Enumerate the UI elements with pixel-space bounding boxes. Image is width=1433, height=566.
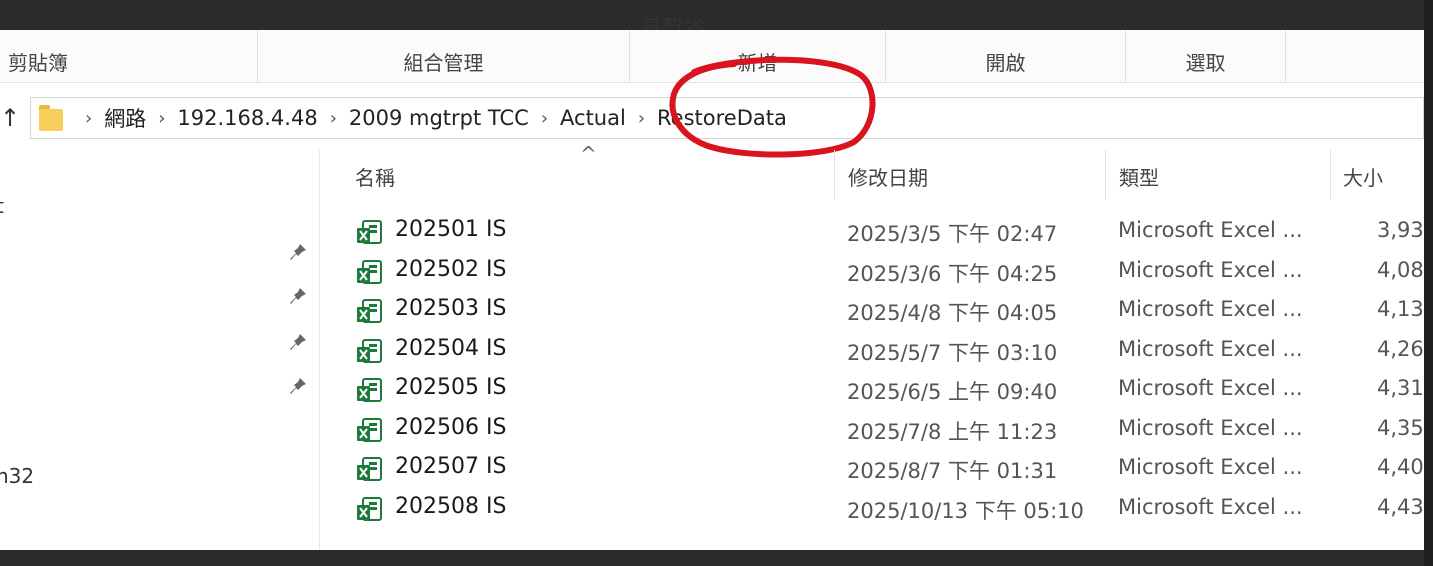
- file-name: 202505 IS: [395, 375, 507, 400]
- file-type: Microsoft Excel ...: [1118, 337, 1303, 361]
- file-date: 2025/3/5 下午 02:47: [847, 222, 1058, 246]
- chevron-right-icon[interactable]: ›: [638, 108, 645, 129]
- excel-file-icon: [357, 497, 382, 521]
- file-size: 4,13: [1377, 297, 1424, 321]
- file-name: 202507 IS: [395, 454, 507, 479]
- pin-icon[interactable]: [288, 242, 308, 262]
- ribbon-tab-label-cut: 資料夾: [640, 18, 706, 30]
- file-date: 2025/8/7 下午 01:31: [847, 459, 1058, 483]
- window-top-edge: [0, 0, 1433, 30]
- folder-icon: [39, 105, 63, 131]
- column-header-type[interactable]: 類型: [1119, 162, 1159, 191]
- file-size: 4,43: [1377, 495, 1424, 519]
- file-name: 202506 IS: [395, 415, 507, 440]
- column-divider[interactable]: [1105, 150, 1106, 200]
- file-row[interactable]: 202503 IS 2025/4/8 下午 04:05 Microsoft Exce…: [340, 291, 1424, 329]
- file-name: 202504 IS: [395, 336, 507, 361]
- excel-file-icon: [357, 299, 382, 323]
- chevron-right-icon[interactable]: ›: [85, 108, 92, 129]
- ribbon: 剪貼簿 組合管理 新增 開啟 選取: [0, 30, 1424, 83]
- file-size: 4,26: [1377, 337, 1424, 361]
- breadcrumb-actual[interactable]: Actual: [560, 106, 626, 130]
- ribbon-group-label: 剪貼簿: [8, 51, 68, 75]
- breadcrumb-restoredata[interactable]: RestoreData: [657, 106, 787, 130]
- window-right-edge: [1424, 0, 1433, 566]
- breadcrumb-host[interactable]: 192.168.4.48: [177, 106, 317, 130]
- file-size: 4,35: [1377, 416, 1424, 440]
- file-name: 202508 IS: [395, 494, 507, 519]
- column-header-date[interactable]: 修改日期: [848, 162, 928, 191]
- window-bottom-edge: [0, 550, 1433, 566]
- file-date: 2025/4/8 下午 04:05: [847, 301, 1058, 325]
- file-type: Microsoft Excel ...: [1118, 218, 1303, 242]
- breadcrumb-mgtrpt[interactable]: 2009 mgtrpt TCC: [349, 106, 529, 130]
- file-row[interactable]: 202507 IS 2025/8/7 下午 01:31 Microsoft Exce…: [340, 449, 1424, 487]
- pin-icon[interactable]: [288, 286, 308, 306]
- file-row[interactable]: 202505 IS 2025/6/5 上午 09:40 Microsoft Exce…: [340, 370, 1424, 408]
- excel-file-icon: [357, 260, 382, 284]
- file-type: Microsoft Excel ...: [1118, 258, 1303, 282]
- chevron-right-icon[interactable]: ›: [158, 108, 165, 129]
- file-size: 4,08: [1377, 258, 1424, 282]
- file-date: 2025/5/7 下午 03:10: [847, 341, 1058, 365]
- sort-ascending-icon: ^: [580, 142, 597, 166]
- file-size: 4,31: [1377, 376, 1424, 400]
- column-divider[interactable]: [1330, 150, 1331, 200]
- file-date: 2025/10/13 下午 05:10: [847, 499, 1084, 523]
- file-type: Microsoft Excel ...: [1118, 455, 1303, 479]
- chevron-right-icon[interactable]: ›: [541, 108, 548, 129]
- file-type: Microsoft Excel ...: [1118, 416, 1303, 440]
- file-row[interactable]: 202508 IS 2025/10/13 下午 05:10 Microsoft Ex…: [340, 489, 1424, 527]
- breadcrumb-network[interactable]: 網路: [104, 103, 146, 133]
- column-header-name[interactable]: 名稱: [355, 162, 395, 191]
- excel-file-icon: [357, 457, 382, 481]
- excel-file-icon: [357, 418, 382, 442]
- file-name: 202503 IS: [395, 296, 507, 321]
- file-name: 202502 IS: [395, 257, 507, 282]
- nav-item-fragment[interactable]: h32: [0, 464, 34, 488]
- column-header-size[interactable]: 大小: [1343, 162, 1383, 191]
- file-type: Microsoft Excel ...: [1118, 376, 1303, 400]
- ribbon-group-open[interactable]: 開啟: [886, 30, 1126, 82]
- excel-file-icon: [357, 220, 382, 244]
- ribbon-group-label: 新增: [737, 51, 778, 75]
- file-type: Microsoft Excel ...: [1118, 297, 1303, 321]
- file-date: 2025/3/6 下午 04:25: [847, 262, 1058, 286]
- ribbon-group-new[interactable]: 新增: [630, 30, 886, 82]
- column-divider[interactable]: [834, 150, 835, 200]
- excel-file-icon: [357, 339, 382, 363]
- file-name: 202501 IS: [395, 217, 507, 242]
- address-bar[interactable]: › 網路 › 192.168.4.48 › 2009 mgtrpt TCC › …: [30, 97, 1424, 139]
- navigation-pane: t h32: [0, 150, 320, 550]
- file-row[interactable]: 202504 IS 2025/5/7 下午 03:10 Microsoft Exce…: [340, 331, 1424, 369]
- file-row[interactable]: 202502 IS 2025/3/6 下午 04:25 Microsoft Exce…: [340, 252, 1424, 290]
- ribbon-group-label: 選取: [1185, 51, 1226, 75]
- up-arrow-icon[interactable]: ↑: [0, 104, 20, 132]
- breadcrumb: › 網路 › 192.168.4.48 › 2009 mgtrpt TCC › …: [31, 98, 787, 138]
- ribbon-group-clipboard[interactable]: 剪貼簿: [0, 30, 258, 82]
- excel-file-icon: [357, 378, 382, 402]
- file-date: 2025/6/5 上午 09:40: [847, 380, 1058, 404]
- pin-icon[interactable]: [288, 376, 308, 396]
- file-type: Microsoft Excel ...: [1118, 495, 1303, 519]
- ribbon-group-label: 組合管理: [403, 51, 484, 75]
- file-row[interactable]: 202501 IS 2025/3/5 下午 02:47 Microsoft Exce…: [340, 212, 1424, 250]
- file-date: 2025/7/8 上午 11:23: [847, 420, 1058, 444]
- file-size: 4,40: [1377, 455, 1424, 479]
- chevron-right-icon[interactable]: ›: [330, 108, 337, 129]
- ribbon-group-select[interactable]: 選取: [1126, 30, 1286, 82]
- ribbon-group-label: 開啟: [985, 51, 1026, 75]
- file-row[interactable]: 202506 IS 2025/7/8 上午 11:23 Microsoft Exce…: [340, 410, 1424, 448]
- nav-item-fragment[interactable]: t: [0, 194, 4, 218]
- ribbon-group-organize[interactable]: 組合管理: [258, 30, 630, 82]
- file-size: 3,93: [1377, 218, 1424, 242]
- pin-icon[interactable]: [288, 332, 308, 352]
